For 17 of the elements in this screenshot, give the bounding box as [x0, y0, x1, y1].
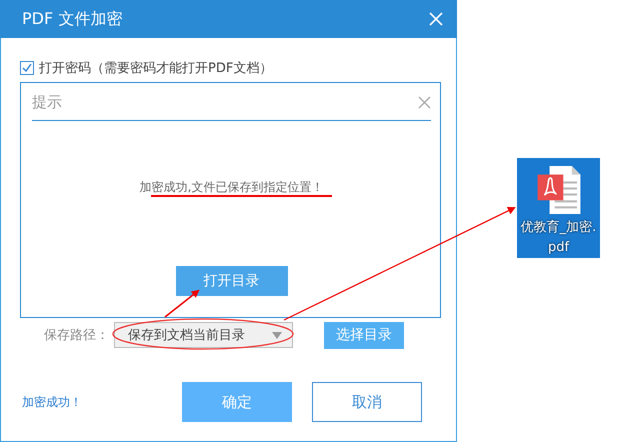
- close-icon[interactable]: [418, 96, 431, 108]
- dropdown-arrow-icon: [272, 332, 282, 338]
- window-title: PDF 文件加密: [22, 8, 122, 30]
- checkbox[interactable]: [20, 61, 34, 75]
- open-folder-button[interactable]: 打开目录: [176, 266, 288, 296]
- ok-button[interactable]: 确定: [182, 382, 292, 422]
- file-name: 优教育_加密.pdf: [520, 218, 598, 257]
- choose-folder-button[interactable]: 选择目录: [324, 322, 404, 348]
- desktop-file-icon[interactable]: 优教育_加密.pdf: [517, 158, 600, 258]
- status-text: 加密成功！: [22, 394, 83, 410]
- cancel-button[interactable]: 取消: [312, 382, 422, 422]
- save-path-label: 保存路径：: [44, 327, 110, 344]
- checkbox-label: 打开密码（需要密码才能打开PDF文档）: [39, 60, 272, 77]
- annotation-arrow: [164, 290, 200, 318]
- success-message: 加密成功,文件已保存到指定位置！: [140, 179, 324, 196]
- hint-title: 提示: [32, 92, 62, 112]
- save-path-dropdown[interactable]: 保存到文档当前目录: [114, 322, 293, 348]
